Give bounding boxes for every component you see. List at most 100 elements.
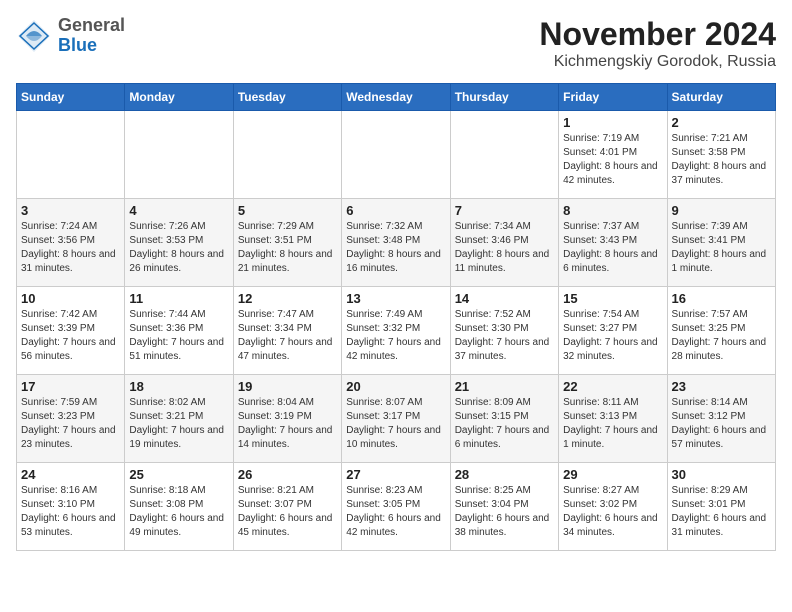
calendar-week-1: 1 Sunrise: 7:19 AMSunset: 4:01 PMDayligh… bbox=[17, 111, 776, 199]
logo: General Blue bbox=[16, 16, 125, 56]
logo-text: General Blue bbox=[58, 16, 125, 56]
logo-general: General bbox=[58, 15, 125, 35]
calendar-cell: 15 Sunrise: 7:54 AMSunset: 3:27 PMDaylig… bbox=[559, 287, 667, 375]
day-info: Sunrise: 7:21 AMSunset: 3:58 PMDaylight:… bbox=[672, 133, 767, 186]
day-info: Sunrise: 7:57 AMSunset: 3:25 PMDaylight:… bbox=[672, 309, 767, 362]
day-info: Sunrise: 7:39 AMSunset: 3:41 PMDaylight:… bbox=[672, 221, 767, 274]
day-number: 10 bbox=[21, 291, 120, 306]
calendar-cell: 19 Sunrise: 8:04 AMSunset: 3:19 PMDaylig… bbox=[233, 375, 341, 463]
calendar-cell: 9 Sunrise: 7:39 AMSunset: 3:41 PMDayligh… bbox=[667, 199, 775, 287]
calendar-cell: 24 Sunrise: 8:16 AMSunset: 3:10 PMDaylig… bbox=[17, 463, 125, 551]
day-info: Sunrise: 8:29 AMSunset: 3:01 PMDaylight:… bbox=[672, 485, 767, 538]
calendar-cell: 6 Sunrise: 7:32 AMSunset: 3:48 PMDayligh… bbox=[342, 199, 450, 287]
day-info: Sunrise: 7:24 AMSunset: 3:56 PMDaylight:… bbox=[21, 221, 116, 274]
calendar-cell: 13 Sunrise: 7:49 AMSunset: 3:32 PMDaylig… bbox=[342, 287, 450, 375]
day-number: 15 bbox=[563, 291, 662, 306]
day-info: Sunrise: 7:59 AMSunset: 3:23 PMDaylight:… bbox=[21, 397, 116, 450]
location: Kichmengskiy Gorodok, Russia bbox=[539, 53, 776, 71]
calendar-cell: 25 Sunrise: 8:18 AMSunset: 3:08 PMDaylig… bbox=[125, 463, 233, 551]
day-number: 24 bbox=[21, 467, 120, 482]
day-number: 28 bbox=[455, 467, 554, 482]
day-info: Sunrise: 8:16 AMSunset: 3:10 PMDaylight:… bbox=[21, 485, 116, 538]
calendar-cell: 23 Sunrise: 8:14 AMSunset: 3:12 PMDaylig… bbox=[667, 375, 775, 463]
calendar-cell bbox=[125, 111, 233, 199]
day-number: 3 bbox=[21, 203, 120, 218]
day-info: Sunrise: 7:52 AMSunset: 3:30 PMDaylight:… bbox=[455, 309, 550, 362]
day-info: Sunrise: 8:07 AMSunset: 3:17 PMDaylight:… bbox=[346, 397, 441, 450]
calendar-cell: 30 Sunrise: 8:29 AMSunset: 3:01 PMDaylig… bbox=[667, 463, 775, 551]
day-info: Sunrise: 7:44 AMSunset: 3:36 PMDaylight:… bbox=[129, 309, 224, 362]
day-number: 9 bbox=[672, 203, 771, 218]
day-info: Sunrise: 7:26 AMSunset: 3:53 PMDaylight:… bbox=[129, 221, 224, 274]
weekday-header-row: SundayMondayTuesdayWednesdayThursdayFrid… bbox=[17, 84, 776, 111]
day-number: 13 bbox=[346, 291, 445, 306]
weekday-header-friday: Friday bbox=[559, 84, 667, 111]
calendar-week-2: 3 Sunrise: 7:24 AMSunset: 3:56 PMDayligh… bbox=[17, 199, 776, 287]
calendar-cell: 27 Sunrise: 8:23 AMSunset: 3:05 PMDaylig… bbox=[342, 463, 450, 551]
day-number: 5 bbox=[238, 203, 337, 218]
calendar-cell: 17 Sunrise: 7:59 AMSunset: 3:23 PMDaylig… bbox=[17, 375, 125, 463]
day-number: 30 bbox=[672, 467, 771, 482]
day-number: 29 bbox=[563, 467, 662, 482]
day-number: 7 bbox=[455, 203, 554, 218]
calendar-cell: 16 Sunrise: 7:57 AMSunset: 3:25 PMDaylig… bbox=[667, 287, 775, 375]
calendar-cell bbox=[17, 111, 125, 199]
calendar-cell: 5 Sunrise: 7:29 AMSunset: 3:51 PMDayligh… bbox=[233, 199, 341, 287]
calendar-cell bbox=[450, 111, 558, 199]
weekday-header-monday: Monday bbox=[125, 84, 233, 111]
title-area: November 2024 Kichmengskiy Gorodok, Russ… bbox=[539, 16, 776, 71]
day-number: 22 bbox=[563, 379, 662, 394]
day-number: 11 bbox=[129, 291, 228, 306]
calendar-week-4: 17 Sunrise: 7:59 AMSunset: 3:23 PMDaylig… bbox=[17, 375, 776, 463]
day-info: Sunrise: 8:21 AMSunset: 3:07 PMDaylight:… bbox=[238, 485, 333, 538]
calendar-cell: 11 Sunrise: 7:44 AMSunset: 3:36 PMDaylig… bbox=[125, 287, 233, 375]
calendar-cell: 14 Sunrise: 7:52 AMSunset: 3:30 PMDaylig… bbox=[450, 287, 558, 375]
weekday-header-wednesday: Wednesday bbox=[342, 84, 450, 111]
calendar-cell: 22 Sunrise: 8:11 AMSunset: 3:13 PMDaylig… bbox=[559, 375, 667, 463]
day-number: 2 bbox=[672, 115, 771, 130]
day-number: 8 bbox=[563, 203, 662, 218]
calendar-cell bbox=[342, 111, 450, 199]
calendar-cell: 28 Sunrise: 8:25 AMSunset: 3:04 PMDaylig… bbox=[450, 463, 558, 551]
calendar-cell: 3 Sunrise: 7:24 AMSunset: 3:56 PMDayligh… bbox=[17, 199, 125, 287]
weekday-header-sunday: Sunday bbox=[17, 84, 125, 111]
calendar-cell: 1 Sunrise: 7:19 AMSunset: 4:01 PMDayligh… bbox=[559, 111, 667, 199]
day-number: 26 bbox=[238, 467, 337, 482]
logo-blue: Blue bbox=[58, 35, 97, 55]
day-number: 4 bbox=[129, 203, 228, 218]
calendar-cell: 26 Sunrise: 8:21 AMSunset: 3:07 PMDaylig… bbox=[233, 463, 341, 551]
day-number: 12 bbox=[238, 291, 337, 306]
calendar-cell: 29 Sunrise: 8:27 AMSunset: 3:02 PMDaylig… bbox=[559, 463, 667, 551]
day-info: Sunrise: 8:23 AMSunset: 3:05 PMDaylight:… bbox=[346, 485, 441, 538]
calendar-cell: 21 Sunrise: 8:09 AMSunset: 3:15 PMDaylig… bbox=[450, 375, 558, 463]
day-info: Sunrise: 7:29 AMSunset: 3:51 PMDaylight:… bbox=[238, 221, 333, 274]
day-number: 21 bbox=[455, 379, 554, 394]
day-info: Sunrise: 7:19 AMSunset: 4:01 PMDaylight:… bbox=[563, 133, 658, 186]
calendar-cell: 18 Sunrise: 8:02 AMSunset: 3:21 PMDaylig… bbox=[125, 375, 233, 463]
day-number: 27 bbox=[346, 467, 445, 482]
day-info: Sunrise: 8:11 AMSunset: 3:13 PMDaylight:… bbox=[563, 397, 658, 450]
day-info: Sunrise: 7:47 AMSunset: 3:34 PMDaylight:… bbox=[238, 309, 333, 362]
day-info: Sunrise: 7:42 AMSunset: 3:39 PMDaylight:… bbox=[21, 309, 116, 362]
day-info: Sunrise: 7:34 AMSunset: 3:46 PMDaylight:… bbox=[455, 221, 550, 274]
weekday-header-saturday: Saturday bbox=[667, 84, 775, 111]
calendar-cell: 12 Sunrise: 7:47 AMSunset: 3:34 PMDaylig… bbox=[233, 287, 341, 375]
calendar-cell: 7 Sunrise: 7:34 AMSunset: 3:46 PMDayligh… bbox=[450, 199, 558, 287]
day-info: Sunrise: 8:18 AMSunset: 3:08 PMDaylight:… bbox=[129, 485, 224, 538]
calendar-table: SundayMondayTuesdayWednesdayThursdayFrid… bbox=[16, 83, 776, 551]
header: General Blue November 2024 Kichmengskiy … bbox=[16, 16, 776, 71]
day-info: Sunrise: 8:14 AMSunset: 3:12 PMDaylight:… bbox=[672, 397, 767, 450]
day-number: 18 bbox=[129, 379, 228, 394]
day-info: Sunrise: 7:49 AMSunset: 3:32 PMDaylight:… bbox=[346, 309, 441, 362]
day-number: 6 bbox=[346, 203, 445, 218]
calendar-cell: 8 Sunrise: 7:37 AMSunset: 3:43 PMDayligh… bbox=[559, 199, 667, 287]
day-number: 1 bbox=[563, 115, 662, 130]
calendar-cell: 2 Sunrise: 7:21 AMSunset: 3:58 PMDayligh… bbox=[667, 111, 775, 199]
day-info: Sunrise: 8:02 AMSunset: 3:21 PMDaylight:… bbox=[129, 397, 224, 450]
month-year: November 2024 bbox=[539, 16, 776, 53]
day-info: Sunrise: 8:09 AMSunset: 3:15 PMDaylight:… bbox=[455, 397, 550, 450]
day-info: Sunrise: 7:37 AMSunset: 3:43 PMDaylight:… bbox=[563, 221, 658, 274]
day-number: 20 bbox=[346, 379, 445, 394]
day-number: 25 bbox=[129, 467, 228, 482]
calendar-cell bbox=[233, 111, 341, 199]
